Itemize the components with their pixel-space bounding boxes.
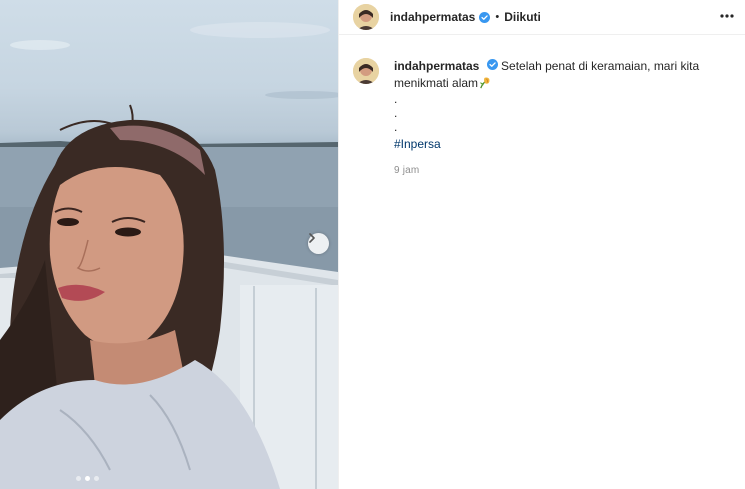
verified-badge-icon [486,59,498,70]
caption-avatar[interactable] [353,58,379,84]
profile-picture-icon [353,4,379,30]
hashtag-link[interactable]: #Inpersa [394,136,441,153]
avatar[interactable] [353,4,379,30]
profile-picture-icon [353,58,379,84]
chevron-right-icon [309,233,315,243]
more-options-button[interactable] [719,9,735,23]
carousel-dot [76,476,81,481]
post-header: indahpermatas • Diikuti [339,0,745,35]
caption-dot-line: . [394,106,398,120]
caption-dot-line: . [394,120,398,134]
caption-body: indahpermatas Setelah penat di keramaian… [394,58,735,179]
carousel-dot-active [85,476,90,481]
following-button[interactable]: Diikuti [504,10,541,24]
carousel-next-button[interactable] [308,233,329,254]
more-options-icon [720,14,734,18]
post-timestamp[interactable]: 9 jam [394,162,735,179]
instagram-post: indahpermatas • Diikuti indahpermatas Se… [0,0,745,489]
wilted-flower-emoji-icon [479,77,490,89]
post-photo[interactable] [0,0,338,489]
header-separator: • [495,11,500,23]
post-side-panel: indahpermatas • Diikuti indahpermatas Se… [338,0,745,489]
photo-illustration [0,22,338,489]
carousel-dot [94,476,99,481]
verified-badge-icon [479,11,491,23]
carousel-indicator [76,476,99,481]
caption: indahpermatas Setelah penat di keramaian… [353,58,735,179]
caption-dot-line: . [394,92,398,106]
username-link[interactable]: indahpermatas [390,10,475,24]
caption-username-link[interactable]: indahpermatas [394,59,479,73]
